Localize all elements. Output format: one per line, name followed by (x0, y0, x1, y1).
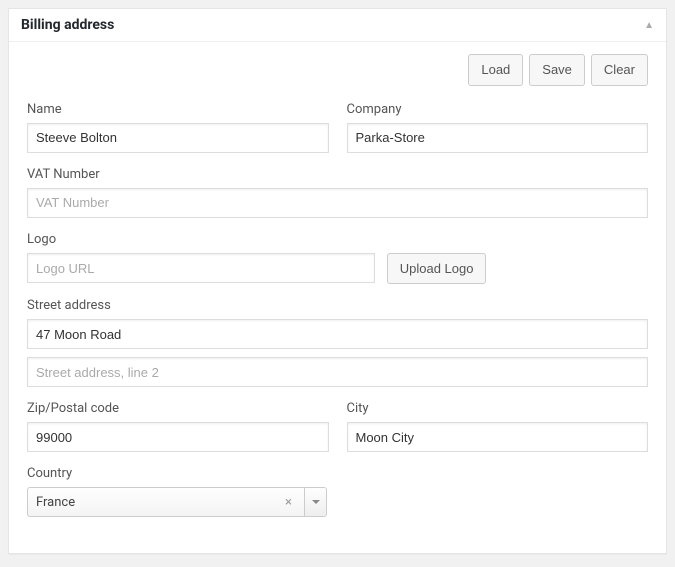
panel-title: Billing address (21, 17, 114, 33)
company-input[interactable] (347, 123, 649, 153)
panel-body: Load Save Clear Name Company VAT Number … (9, 42, 666, 553)
country-select[interactable]: France × (27, 487, 327, 517)
clear-button[interactable]: Clear (591, 54, 648, 86)
panel-header: Billing address ▲ (9, 9, 666, 42)
vat-input[interactable] (27, 188, 648, 218)
close-icon[interactable]: × (281, 495, 296, 510)
company-label: Company (347, 102, 649, 117)
name-label: Name (27, 102, 329, 117)
city-input[interactable] (347, 422, 649, 452)
zip-input[interactable] (27, 422, 329, 452)
street-label: Street address (27, 298, 648, 313)
billing-address-panel: Billing address ▲ Load Save Clear Name C… (8, 8, 667, 554)
collapse-toggle-icon[interactable]: ▲ (644, 20, 654, 31)
vat-label: VAT Number (27, 167, 648, 182)
street1-input[interactable] (27, 319, 648, 349)
upload-logo-button[interactable]: Upload Logo (387, 253, 487, 285)
country-select-value: France (36, 495, 75, 510)
chevron-down-icon[interactable] (304, 488, 326, 516)
load-button[interactable]: Load (468, 54, 523, 86)
logo-url-input[interactable] (27, 253, 375, 283)
street2-input[interactable] (27, 357, 648, 387)
logo-label: Logo (27, 232, 648, 247)
action-button-row: Load Save Clear (27, 54, 648, 86)
name-input[interactable] (27, 123, 329, 153)
zip-label: Zip/Postal code (27, 401, 329, 416)
save-button[interactable]: Save (529, 54, 585, 86)
country-label: Country (27, 466, 329, 481)
city-label: City (347, 401, 649, 416)
